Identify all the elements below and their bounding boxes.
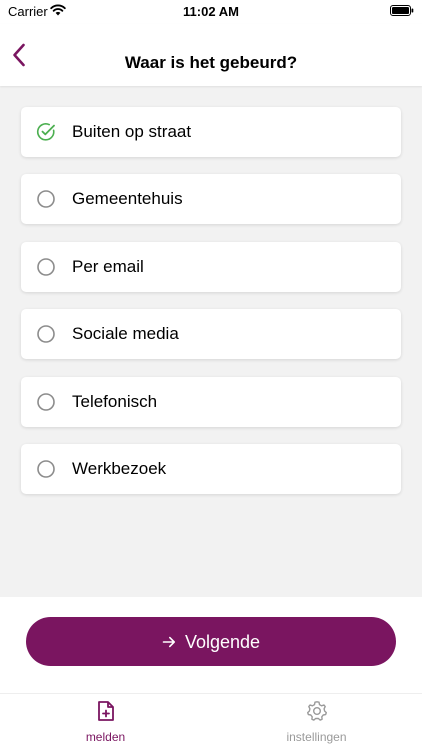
bottom-action-area: Volgende	[0, 597, 422, 693]
option-sociale-media[interactable]: Sociale media	[21, 309, 401, 359]
radio-circle-icon	[37, 258, 55, 276]
tab-label: melden	[85, 730, 126, 744]
navigation-bar: Waar is het gebeurd?	[0, 24, 422, 86]
tab-instellingen[interactable]: instellingen	[211, 694, 422, 751]
radio-circle-icon	[37, 460, 55, 478]
option-gemeentehuis[interactable]: Gemeentehuis	[21, 174, 401, 224]
back-button[interactable]	[4, 38, 34, 72]
option-werkbezoek[interactable]: Werkbezoek	[21, 444, 401, 494]
option-per-email[interactable]: Per email	[21, 242, 401, 292]
next-button-label: Volgende	[184, 631, 261, 652]
clock: 11:02 AM	[183, 4, 239, 19]
tab-bar: melden instellingen	[0, 693, 422, 751]
next-button[interactable]: Volgende	[26, 617, 396, 666]
option-buiten-op-straat[interactable]: Buiten op straat	[21, 107, 401, 157]
option-label: Sociale media	[72, 324, 179, 343]
radio-circle-icon	[37, 190, 55, 208]
page-title: Waar is het gebeurd?	[124, 53, 298, 72]
option-label: Buiten op straat	[72, 122, 192, 141]
option-label: Telefonisch	[72, 392, 158, 411]
option-label: Werkbezoek	[72, 459, 167, 478]
chevron-left-icon	[13, 43, 25, 67]
tab-melden[interactable]: melden	[0, 694, 211, 751]
battery-icon	[390, 5, 414, 16]
radio-circle-icon	[37, 325, 55, 343]
status-bar: Carrier 11:02 AM	[0, 0, 422, 24]
tab-label: instellingen	[286, 730, 347, 744]
radio-circle-icon	[37, 393, 55, 411]
option-telefonisch[interactable]: Telefonisch	[21, 377, 401, 427]
option-label: Per email	[72, 257, 144, 276]
file-plus-icon	[98, 701, 114, 721]
check-circle-icon	[36, 123, 55, 141]
arrow-right-icon	[162, 636, 175, 647]
option-label: Gemeentehuis	[72, 189, 183, 208]
gear-icon	[307, 701, 327, 721]
